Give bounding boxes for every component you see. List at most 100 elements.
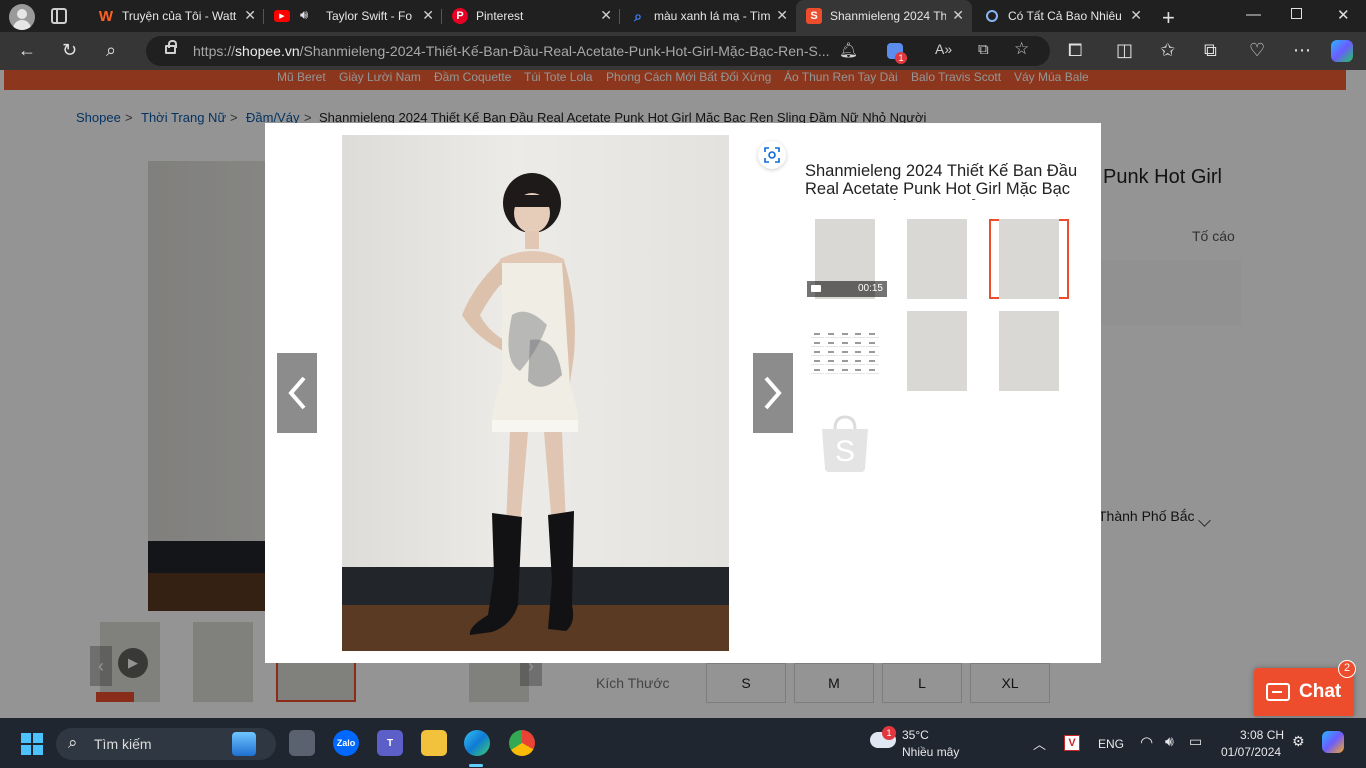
lock-icon[interactable]: [165, 40, 177, 54]
close-icon[interactable]: ✕: [600, 7, 612, 24]
video-camera-icon: [811, 285, 821, 292]
audio-playing-icon[interactable]: 🔊︎: [300, 7, 308, 23]
teams-icon[interactable]: T: [377, 730, 403, 756]
search-icon[interactable]: ⌕: [106, 40, 116, 60]
tab-title: Có Tất Cả Bao Nhiêu: [1008, 9, 1122, 23]
edge-browser-icon[interactable]: [464, 730, 490, 756]
volume-icon[interactable]: 🔊︎: [1165, 733, 1174, 750]
chat-button[interactable]: Chat: [1254, 668, 1354, 716]
tab-title: Pinterest: [476, 9, 524, 23]
notifications-gear-icon[interactable]: ⚙: [1292, 733, 1305, 750]
tab-site[interactable]: Có Tất Cả Bao Nhiêu ✕: [974, 0, 1150, 32]
more-menu-icon[interactable]: ⋯: [1293, 40, 1311, 60]
thumb-image: [907, 219, 967, 299]
tab-title: Taylor Swift - Fo: [326, 9, 413, 23]
read-aloud-icon[interactable]: A»: [935, 41, 952, 57]
tab-actions-icon[interactable]: [51, 8, 67, 24]
thumb-image: [999, 311, 1059, 391]
browser-essentials-icon[interactable]: ♡: [1249, 40, 1265, 60]
task-view-icon[interactable]: [289, 730, 315, 756]
pinterest-icon: P: [452, 8, 468, 24]
back-arrow-icon[interactable]: ←: [18, 40, 36, 60]
split-screen-icon[interactable]: ◫: [1116, 40, 1133, 60]
visual-search-button[interactable]: [758, 141, 786, 169]
copilot-taskbar-icon[interactable]: [1322, 731, 1344, 753]
clock-date[interactable]: 01/07/2024: [1221, 745, 1281, 759]
modal-thumb[interactable]: [897, 219, 977, 299]
app-available-icon[interactable]: ⧉: [978, 41, 989, 58]
modal-next-button[interactable]: [753, 353, 793, 433]
modal-thumb[interactable]: [989, 311, 1069, 391]
visual-search-icon: [764, 147, 780, 163]
modal-thumb[interactable]: [897, 311, 977, 391]
shopee-icon: S: [806, 8, 822, 24]
clock-time[interactable]: 3:08 CH: [1240, 728, 1284, 742]
new-tab-plus-icon[interactable]: +: [1162, 5, 1175, 31]
restore-icon[interactable]: [1291, 8, 1302, 19]
weather-description[interactable]: Nhiều mây: [902, 745, 959, 759]
modal-thumb-video[interactable]: 00:15: [805, 219, 887, 299]
language-indicator[interactable]: ENG: [1098, 737, 1124, 751]
collections-icon[interactable]: ⧉: [1204, 40, 1217, 60]
search-icon: ⌕: [68, 733, 78, 752]
taskbar-search[interactable]: ⌕ Tìm kiếm: [56, 728, 276, 760]
tab-title: màu xanh lá mạ - Tìm: [654, 9, 770, 23]
tab-wattpad[interactable]: W Truyện của Tôi - Watt ✕: [88, 0, 264, 32]
address-bar[interactable]: https://shopee.vn/Shanmieleng-2024-Thiết…: [146, 36, 1050, 66]
file-explorer-icon[interactable]: [421, 730, 447, 756]
search-highlight-icon: [232, 732, 256, 756]
tab-search[interactable]: ⌕ màu xanh lá mạ - Tìm ✕: [620, 0, 796, 32]
favorites-icon[interactable]: ✩: [1160, 40, 1175, 60]
size-chart-image: [807, 326, 883, 376]
extensions-puzzle-icon[interactable]: ⧠: [1068, 40, 1082, 60]
thumb-image: [907, 311, 967, 391]
profile-avatar-icon[interactable]: [9, 4, 35, 30]
wifi-icon[interactable]: ◠: [1140, 733, 1153, 751]
chrome-icon[interactable]: [509, 730, 535, 756]
model-figure-illustration: [462, 173, 579, 635]
wattpad-icon: W: [98, 7, 114, 25]
tab-pinterest[interactable]: P Pinterest ✕: [442, 0, 620, 32]
battery-icon[interactable]: ▭: [1189, 733, 1202, 750]
url-text[interactable]: https://shopee.vn/Shanmieleng-2024-Thiết…: [193, 43, 833, 59]
copilot-icon[interactable]: [1331, 40, 1353, 62]
modal-main-photo[interactable]: [342, 135, 729, 651]
extension-badge: 1: [895, 52, 907, 64]
tab-shopee-active[interactable]: S Shanmieleng 2024 Th ✕: [796, 0, 972, 32]
tab-title: Shanmieleng 2024 Th: [830, 9, 946, 23]
close-icon[interactable]: ✕: [776, 7, 788, 24]
modal-thumb-size-chart[interactable]: [805, 311, 885, 391]
reload-icon[interactable]: ↻: [62, 40, 77, 60]
modal-thumb-selected[interactable]: [989, 219, 1069, 299]
tab-strip: W Truyện của Tôi - Watt ✕ ▶ 🔊︎ Taylor Sw…: [0, 0, 1366, 32]
close-window-icon[interactable]: ✕: [1337, 6, 1350, 24]
site-icon: [986, 10, 998, 22]
shopee-bag-placeholder-icon: S: [822, 415, 868, 472]
weather-badge: 1: [882, 726, 896, 740]
zalo-icon[interactable]: Zalo: [333, 730, 359, 756]
chevron-right-icon: [764, 376, 782, 410]
chat-label: Chat: [1299, 681, 1342, 702]
browser-toolbar: ← ↻ ⌕ https://shopee.vn/Shanmieleng-2024…: [0, 32, 1366, 70]
vietkey-icon[interactable]: V: [1064, 735, 1080, 751]
close-icon[interactable]: ✕: [952, 7, 964, 24]
close-icon[interactable]: ✕: [244, 7, 256, 24]
thumb-image: [999, 219, 1059, 299]
windows-start-icon[interactable]: [21, 733, 43, 755]
video-duration: 00:15: [857, 283, 883, 294]
favorite-star-icon[interactable]: ☆: [1014, 39, 1029, 59]
notification-bell-icon[interactable]: 🔔︎: [839, 41, 858, 59]
taskbar-search-placeholder: Tìm kiếm: [94, 736, 152, 752]
search-icon: ⌕: [634, 7, 642, 24]
youtube-icon: ▶: [274, 10, 290, 22]
weather-temperature[interactable]: 35°C: [902, 728, 929, 742]
tab-youtube[interactable]: ▶ 🔊︎ Taylor Swift - Fo ✕: [264, 0, 442, 32]
modal-prev-button[interactable]: [277, 353, 317, 433]
close-icon[interactable]: ✕: [1130, 7, 1142, 24]
minimize-icon[interactable]: —: [1246, 6, 1261, 23]
chat-unread-badge: 2: [1338, 660, 1356, 678]
show-hidden-icons-chevron-icon[interactable]: ︿: [1033, 734, 1046, 753]
chevron-left-icon: [288, 376, 306, 410]
chat-icon: [1266, 683, 1290, 701]
close-icon[interactable]: ✕: [422, 7, 434, 24]
